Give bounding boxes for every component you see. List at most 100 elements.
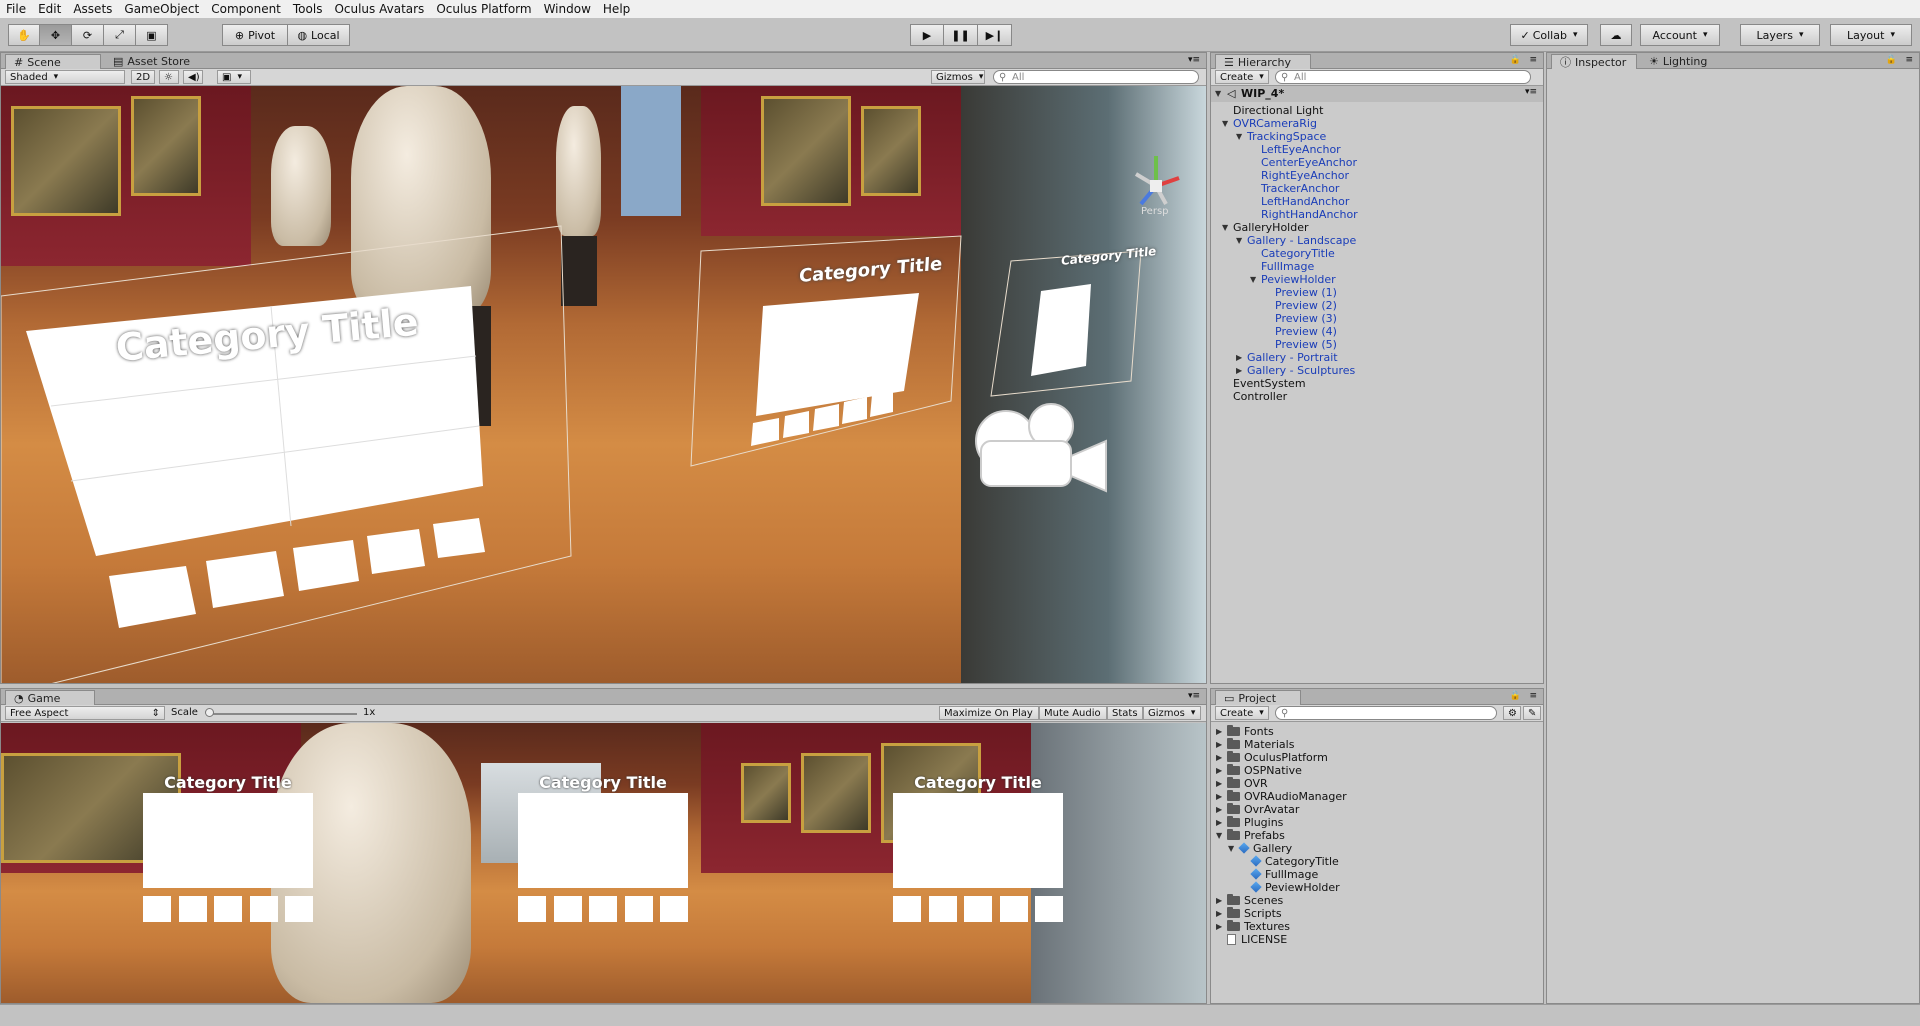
chevron-down-icon[interactable]: ▼: [1236, 236, 1242, 245]
preview-thumb[interactable]: [285, 896, 313, 922]
lock-icon[interactable]: 🔒: [1510, 55, 1521, 65]
hierarchy-item[interactable]: Preview (2): [1275, 299, 1337, 312]
chevron-right-icon[interactable]: ▶: [1216, 740, 1222, 749]
panel-menu-icon[interactable]: ≡: [1529, 55, 1537, 65]
hierarchy-item[interactable]: RightEyeAnchor: [1261, 169, 1349, 182]
menu-file[interactable]: File: [6, 2, 26, 16]
scene-menu-icon[interactable]: ▾≡: [1525, 87, 1537, 97]
hierarchy-item[interactable]: Preview (4): [1275, 325, 1337, 338]
menu-gameobject[interactable]: GameObject: [124, 2, 199, 16]
preview-thumb[interactable]: [929, 896, 957, 922]
project-item[interactable]: LICENSE: [1227, 933, 1287, 946]
lock-icon[interactable]: 🔒: [1886, 55, 1897, 65]
preview-thumb[interactable]: [179, 896, 207, 922]
panel-menu-icon[interactable]: ≡: [1529, 691, 1537, 701]
local-button[interactable]: ◍ Local: [288, 24, 350, 46]
hierarchy-item[interactable]: FullImage: [1261, 260, 1314, 273]
tab-lighting[interactable]: ☀ Lighting: [1641, 54, 1725, 69]
axis-gizmo[interactable]: [1134, 156, 1180, 206]
hierarchy-item[interactable]: Gallery - Landscape: [1247, 234, 1356, 247]
project-item[interactable]: Gallery: [1238, 842, 1292, 855]
tab-inspector[interactable]: ⓘ Inspector: [1551, 54, 1637, 69]
chevron-down-icon[interactable]: ▼: [1236, 132, 1242, 141]
project-search-input[interactable]: [1275, 706, 1497, 720]
shading-mode-dropdown[interactable]: Shaded: [5, 70, 125, 84]
hierarchy-item[interactable]: Gallery - Portrait: [1247, 351, 1338, 364]
menu-tools[interactable]: Tools: [293, 2, 323, 16]
preview-thumb[interactable]: [893, 896, 921, 922]
hierarchy-item[interactable]: Preview (1): [1275, 286, 1337, 299]
camera-gizmo-icon[interactable]: [975, 403, 1107, 493]
chevron-right-icon[interactable]: ▶: [1216, 766, 1222, 775]
layers-dropdown[interactable]: Layers: [1740, 24, 1820, 46]
project-item[interactable]: Scenes: [1227, 894, 1283, 907]
project-create-dropdown[interactable]: Create: [1215, 706, 1269, 720]
tab-hierarchy[interactable]: ☰ Hierarchy: [1215, 54, 1311, 69]
pause-button[interactable]: ❚❚: [944, 24, 978, 46]
project-item[interactable]: Fonts: [1227, 725, 1274, 738]
hierarchy-item[interactable]: LeftHandAnchor: [1261, 195, 1349, 208]
account-dropdown[interactable]: Account: [1640, 24, 1720, 46]
preview-thumb[interactable]: [143, 896, 171, 922]
lock-icon[interactable]: 🔒: [1510, 691, 1521, 701]
tab-scene[interactable]: # Scene: [5, 54, 101, 69]
menu-oculus-avatars[interactable]: Oculus Avatars: [334, 2, 424, 16]
tab-project[interactable]: ▭ Project: [1215, 690, 1301, 705]
scene-viewport[interactable]: Persp Category Title Category Title Cate…: [1, 86, 1206, 683]
rotate-tool-button[interactable]: ⟳: [72, 24, 104, 46]
scene-header-row[interactable]: ▼ ◁ WIP_4* ▾≡: [1211, 86, 1543, 102]
aspect-dropdown[interactable]: Free Aspect ⇕: [5, 706, 165, 720]
chevron-down-icon[interactable]: ▼: [1216, 831, 1222, 840]
panel-menu-icon[interactable]: ▾≡: [1188, 55, 1200, 65]
hierarchy-item[interactable]: CategoryTitle: [1261, 247, 1335, 260]
scale-tool-button[interactable]: ⤢: [104, 24, 136, 46]
hierarchy-item[interactable]: OVRCameraRig: [1233, 117, 1317, 130]
hierarchy-item[interactable]: RightHandAnchor: [1261, 208, 1358, 221]
chevron-right-icon[interactable]: ▶: [1216, 753, 1222, 762]
chevron-down-icon[interactable]: ▼: [1222, 119, 1228, 128]
hierarchy-item[interactable]: TrackerAnchor: [1261, 182, 1339, 195]
gizmos-dropdown[interactable]: Gizmos: [931, 70, 985, 84]
preview-thumb[interactable]: [214, 896, 242, 922]
audio-toggle[interactable]: ◀): [183, 70, 203, 84]
2d-toggle[interactable]: 2D: [131, 70, 155, 84]
preview-thumb[interactable]: [1000, 896, 1028, 922]
menu-edit[interactable]: Edit: [38, 2, 61, 16]
project-item[interactable]: Materials: [1227, 738, 1294, 751]
hierarchy-item[interactable]: Preview (5): [1275, 338, 1337, 351]
project-item[interactable]: Plugins: [1227, 816, 1283, 829]
filter-type-button[interactable]: ⚙: [1503, 706, 1521, 720]
preview-thumb[interactable]: [660, 896, 688, 922]
filter-label-button[interactable]: ✎: [1523, 706, 1541, 720]
preview-thumb[interactable]: [518, 896, 546, 922]
tab-asset-store[interactable]: ▤ Asset Store: [105, 54, 205, 69]
project-item[interactable]: PeviewHolder: [1250, 881, 1340, 894]
play-button[interactable]: ▶: [910, 24, 944, 46]
hierarchy-search-input[interactable]: All: [1275, 70, 1531, 84]
project-item[interactable]: OculusPlatform: [1227, 751, 1328, 764]
preview-thumb[interactable]: [554, 896, 582, 922]
hierarchy-item[interactable]: Gallery - Sculptures: [1247, 364, 1355, 377]
maximize-on-play-toggle[interactable]: Maximize On Play: [939, 706, 1039, 720]
hierarchy-item[interactable]: Preview (3): [1275, 312, 1337, 325]
preview-thumb[interactable]: [625, 896, 653, 922]
chevron-down-icon[interactable]: ▼: [1228, 844, 1234, 853]
hierarchy-item[interactable]: Directional Light: [1233, 104, 1323, 117]
project-item[interactable]: Scripts: [1227, 907, 1282, 920]
preview-thumb[interactable]: [250, 896, 278, 922]
hierarchy-create-dropdown[interactable]: Create: [1215, 70, 1269, 84]
game-viewport[interactable]: Category Title Category Title Category T…: [1, 723, 1206, 1003]
panel-menu-icon[interactable]: ≡: [1905, 55, 1913, 65]
tab-game[interactable]: ◔ Game: [5, 690, 95, 705]
menu-help[interactable]: Help: [603, 2, 630, 16]
scene-search-input[interactable]: All: [993, 70, 1199, 84]
project-item[interactable]: OVRAudioManager: [1227, 790, 1347, 803]
full-image-card[interactable]: [143, 793, 313, 888]
chevron-right-icon[interactable]: ▶: [1216, 909, 1222, 918]
cloud-button[interactable]: ☁: [1600, 24, 1632, 46]
chevron-down-icon[interactable]: ▼: [1250, 275, 1256, 284]
effects-dropdown[interactable]: ▣: [217, 70, 251, 84]
chevron-right-icon[interactable]: ▶: [1216, 922, 1222, 931]
hierarchy-item[interactable]: LeftEyeAnchor: [1261, 143, 1341, 156]
hierarchy-item[interactable]: TrackingSpace: [1247, 130, 1326, 143]
